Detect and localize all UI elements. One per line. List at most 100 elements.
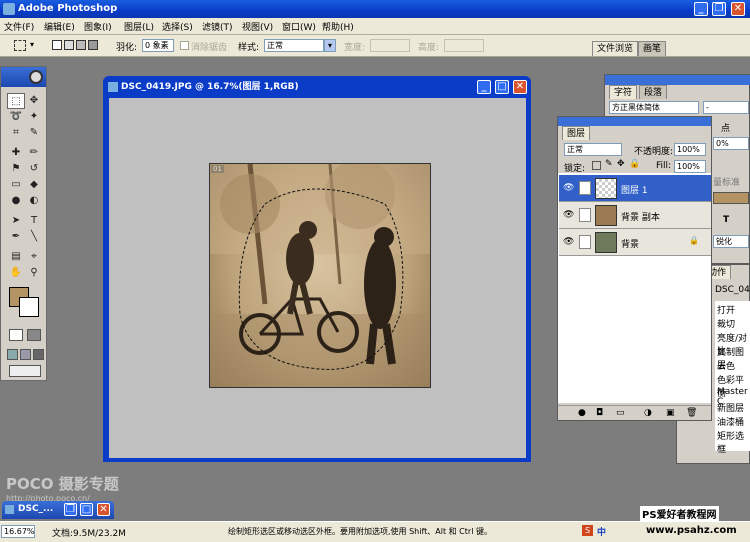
tab-layers[interactable]: 图层 [562, 126, 591, 140]
layer-set-icon[interactable]: ▭ [616, 408, 625, 418]
zoom-input[interactable]: 16.67% [1, 525, 35, 538]
ime-mode[interactable]: 中 [597, 525, 606, 538]
font-style-select[interactable]: - [703, 101, 749, 114]
visibility-eye-icon[interactable]: 👁 [563, 237, 575, 247]
history-item[interactable]: 去色 [717, 359, 735, 372]
screen-mode-full-icon[interactable] [33, 349, 44, 360]
menu-edit[interactable]: 编辑(E) [44, 20, 75, 33]
layer-mask-icon[interactable]: ◘ [596, 408, 603, 418]
type-tool[interactable]: T [25, 213, 43, 229]
stamp-tool[interactable]: ⚑ [7, 161, 25, 177]
menu-select[interactable]: 选择(S) [162, 20, 193, 33]
history-item[interactable]: 矩形选框 [717, 429, 750, 455]
history-snapshot[interactable]: DSC_04 [715, 285, 750, 295]
history-item[interactable]: 裁切 [717, 317, 735, 330]
character-panel-header[interactable] [605, 75, 750, 85]
line-tool[interactable]: ╲ [25, 229, 43, 245]
lock-image-icon[interactable]: ✎ [605, 159, 613, 169]
min-maximize-button[interactable]: □ [80, 503, 93, 516]
style-select[interactable]: 正常 [264, 39, 324, 52]
antialias-select[interactable]: 锐化 [713, 235, 749, 248]
doc-maximize-button[interactable]: □ [495, 80, 509, 94]
new-layer-icon[interactable]: ▣ [666, 408, 675, 418]
restore-button[interactable]: ❐ [712, 2, 726, 16]
blur-tool[interactable]: ● [7, 193, 25, 209]
opacity-input[interactable]: 100% [674, 143, 706, 156]
slice-tool[interactable]: ✎ [25, 125, 43, 141]
width-input[interactable] [370, 39, 410, 52]
healing-tool[interactable]: ✚ [7, 145, 25, 161]
adjustment-layer-icon[interactable]: ◑ [644, 408, 652, 418]
tab-paragraph[interactable]: 段落 [639, 85, 668, 99]
marquee-tool[interactable]: ⬚ [7, 93, 25, 109]
path-select-tool[interactable]: ➤ [7, 213, 25, 229]
feather-input[interactable]: 0 象素 [142, 39, 174, 52]
minimize-button[interactable]: _ [694, 2, 708, 16]
dropdown-arrow-icon[interactable]: ▾ [30, 40, 34, 49]
menu-window[interactable]: 窗口(W) [282, 20, 316, 33]
doc-close-button[interactable]: ✕ [513, 80, 527, 94]
menu-filter[interactable]: 滤镜(T) [202, 20, 233, 33]
magic-wand-tool[interactable]: ✦ [25, 109, 43, 125]
dodge-tool[interactable]: ◐ [25, 193, 43, 209]
intersect-selection-icon[interactable] [88, 40, 98, 50]
lock-position-icon[interactable]: ✥ [617, 159, 625, 169]
blend-mode-select[interactable]: 正常 [564, 143, 622, 156]
history-item[interactable]: 打开 [717, 303, 735, 316]
document-titlebar[interactable]: DSC_0419.JPG @ 16.7%(图层 1,RGB) _ □ ✕ [105, 78, 529, 96]
language-select[interactable]: 量标准 [713, 175, 740, 188]
lock-all-icon[interactable]: 🔒 [629, 159, 640, 169]
eraser-tool[interactable]: ▭ [7, 177, 25, 193]
min-restore-button[interactable]: ❐ [64, 503, 77, 516]
screen-mode-full-menu-icon[interactable] [20, 349, 31, 360]
brush-tool[interactable]: ✏ [25, 145, 43, 161]
move-tool[interactable]: ✥ [25, 93, 43, 109]
add-selection-icon[interactable] [64, 40, 74, 50]
menu-image[interactable]: 图象(I) [84, 20, 112, 33]
tab-character[interactable]: 字符 [609, 85, 638, 99]
fill-input[interactable]: 100% [674, 160, 706, 173]
ime-s-icon[interactable]: S [582, 525, 593, 536]
height-input[interactable] [444, 39, 484, 52]
layer-link-box[interactable] [579, 235, 591, 249]
subtract-selection-icon[interactable] [76, 40, 86, 50]
screen-mode-standard-icon[interactable] [7, 349, 18, 360]
tab-file-browser[interactable]: 文件浏览 [592, 41, 639, 56]
layer-style-icon[interactable]: ● [578, 408, 586, 418]
color-swatch[interactable] [713, 192, 749, 204]
layer-row-background-copy[interactable]: 👁 背景 副本 [559, 202, 711, 229]
background-color-swatch[interactable] [19, 297, 39, 317]
document-size[interactable]: 文档:9.5M/23.2M [52, 526, 126, 539]
notes-tool[interactable]: ▤ [7, 249, 25, 265]
toolbox-header[interactable] [1, 67, 46, 87]
paint-bucket-tool[interactable]: ◆ [25, 177, 43, 193]
visibility-eye-icon[interactable]: 👁 [563, 183, 575, 193]
min-close-button[interactable]: ✕ [97, 503, 110, 516]
trash-icon[interactable]: 🗑 [686, 408, 697, 418]
history-brush-tool[interactable]: ↺ [25, 161, 43, 177]
eyedropper-tool[interactable]: ⌖ [25, 249, 43, 265]
quick-mask-on-icon[interactable] [27, 329, 41, 341]
style-dropdown-icon[interactable]: ▾ [324, 39, 336, 52]
antialias-checkbox[interactable] [180, 41, 189, 50]
menu-file[interactable]: 文件(F) [4, 20, 34, 33]
history-item[interactable]: 油漆桶 [717, 415, 744, 428]
menu-help[interactable]: 帮助(H) [322, 20, 354, 33]
menu-layer[interactable]: 图层(L) [124, 20, 154, 33]
font-family-select[interactable]: 方正黑体简体 [609, 101, 699, 114]
close-button[interactable]: ✕ [731, 2, 745, 16]
quick-mask-icon[interactable] [9, 329, 23, 341]
history-item[interactable]: 新图层 [717, 401, 744, 414]
tab-brushes[interactable]: 画笔 [638, 41, 667, 56]
layers-panel-header[interactable] [558, 117, 711, 126]
menu-view[interactable]: 视图(V) [242, 20, 273, 33]
lock-transparency-icon[interactable] [592, 161, 601, 170]
lasso-tool[interactable]: ➰ [7, 109, 25, 125]
imageready-icon[interactable] [9, 365, 41, 377]
minimized-document[interactable]: DSC_... ❐ □ ✕ [2, 501, 114, 519]
zoom-tool[interactable]: ⚲ [25, 265, 43, 281]
visibility-eye-icon[interactable]: 👁 [563, 210, 575, 220]
canvas-area[interactable]: 01 [109, 98, 526, 458]
tracking-input[interactable]: 0% [713, 137, 749, 150]
layer-row-background[interactable]: 👁 背景 🔒 [559, 229, 711, 256]
